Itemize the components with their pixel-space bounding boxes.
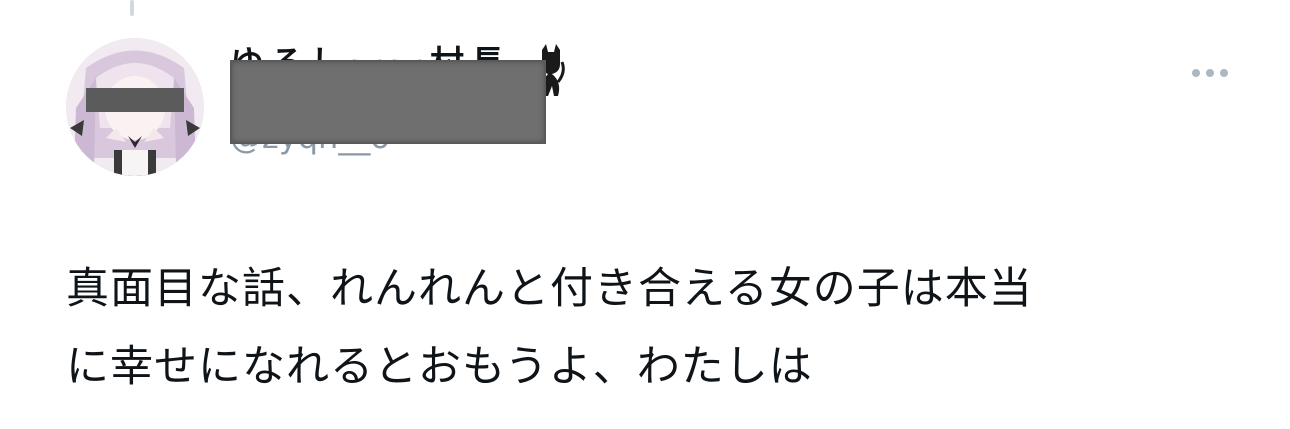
tweet-card: ゆるしーー村長 @zyqn__o 真面目な話、れんれんと付き合える女の子は本当 … xyxy=(0,0,1290,429)
more-dots-icon xyxy=(1220,69,1228,77)
redaction-box xyxy=(230,60,546,144)
avatar[interactable] xyxy=(66,38,204,176)
tweet-body: 真面目な話、れんれんと付き合える女の子は本当 に幸せになれるとおもうよ、わたしは xyxy=(66,250,1246,406)
tweet-text-line: に幸せになれるとおもうよ、わたしは xyxy=(66,342,813,392)
more-dots-icon xyxy=(1206,69,1214,77)
anime-girl-avatar-icon xyxy=(66,38,204,176)
thread-connector-line xyxy=(130,0,134,16)
more-dots-icon xyxy=(1192,69,1200,77)
more-options-button[interactable] xyxy=(1180,58,1240,88)
tweet-text-line: 真面目な話、れんれんと付き合える女の子は本当 xyxy=(66,264,1033,314)
